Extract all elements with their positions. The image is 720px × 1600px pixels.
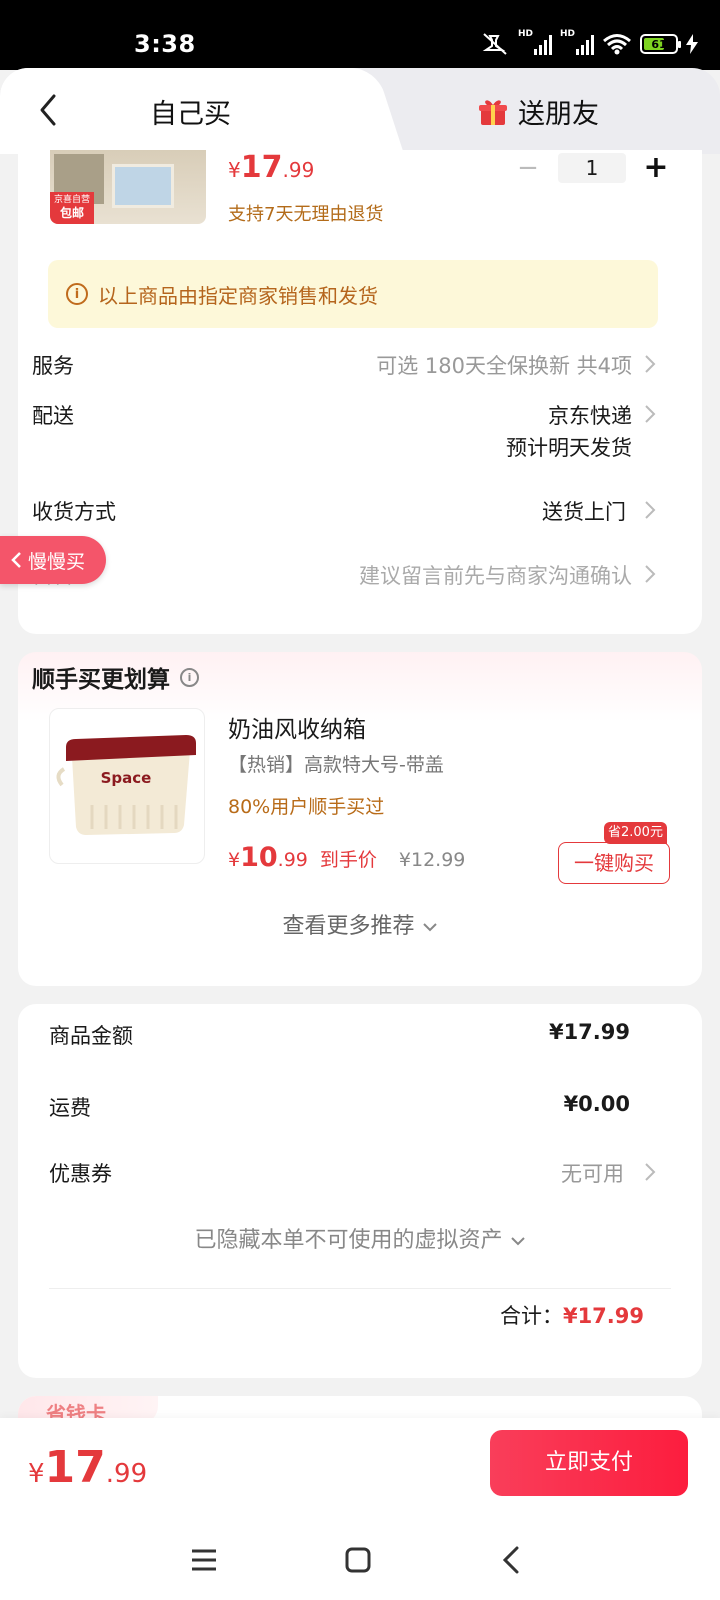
signal-2-icon: HD (560, 29, 594, 55)
recommended-product-price: ¥10.99 到手价 ¥12.99 (228, 842, 466, 873)
hidden-assets-toggle[interactable]: 已隐藏本单不可使用的虚拟资产 (0, 1222, 720, 1254)
message-chevron-icon[interactable] (644, 564, 656, 584)
free-shipping-badge: 京喜自营 包邮 (50, 192, 94, 224)
service-value[interactable]: 可选 180天全保换新 共4项 (376, 350, 632, 380)
delivery-label: 配送 (32, 404, 74, 428)
quantity-stepper: − 1 + (510, 150, 674, 185)
recommended-product-image[interactable]: Space (49, 708, 205, 864)
pay-now-button[interactable]: 立即支付 (490, 1430, 688, 1496)
slow-buy-button[interactable]: 慢慢买 (0, 536, 106, 584)
receive-method-label: 收货方式 (32, 500, 116, 524)
info-icon[interactable]: i (180, 667, 199, 687)
tab-self-buy-label[interactable]: 自己买 (150, 92, 231, 131)
checkout-price: ¥17.99 (28, 1442, 148, 1493)
delivery-value[interactable]: 京东快递 (548, 400, 632, 430)
receive-method-chevron-icon[interactable] (644, 500, 656, 520)
status-time: 3:38 (134, 30, 196, 58)
checkout-bar: ¥17.99 立即支付 (0, 1418, 720, 1524)
chevron-down-icon (422, 923, 437, 932)
svg-text:Space: Space (101, 769, 152, 787)
more-recommendations-link[interactable]: 查看更多推荐 (0, 908, 720, 940)
tab-gift-label: 送朋友 (518, 99, 599, 130)
goods-amount-value: ¥17.99 (548, 1020, 630, 1044)
delivery-eta: 预计明天发货 (506, 436, 632, 460)
one-click-buy-button[interactable]: 一键购买 (558, 842, 670, 884)
savings-badge: 省2.00元 (604, 822, 667, 844)
chevron-down-icon (510, 1237, 525, 1246)
tab-gift-friend[interactable]: 送朋友 (478, 92, 599, 131)
original-price: ¥12.99 (398, 849, 466, 871)
service-chevron-icon[interactable] (644, 354, 656, 374)
order-total: 合计：¥17.99 (500, 1300, 644, 1330)
total-value: ¥17.99 (562, 1304, 644, 1328)
charging-icon (686, 34, 698, 54)
receive-method-value[interactable]: 送货上门 (542, 496, 626, 526)
battery-icon: 61 (640, 34, 681, 54)
hidden-assets-label: 已隐藏本单不可使用的虚拟资产 (194, 1228, 503, 1253)
gift-icon (479, 99, 507, 125)
menu-icon[interactable] (184, 1540, 224, 1580)
system-nav-bar (0, 1524, 720, 1600)
quantity-input[interactable]: 1 (558, 152, 626, 183)
shipping-label: 运费 (49, 1096, 91, 1120)
product-price: ¥17.99 (228, 150, 315, 185)
recommendation-title: 顺手买更划算 i (32, 660, 199, 694)
slow-buy-label: 慢慢买 (28, 550, 86, 573)
shipping-value: ¥0.00 (563, 1092, 630, 1116)
recommended-product-subtitle: 【热销】高款特大号-带盖 (228, 754, 444, 776)
mute-vibrate-icon (482, 33, 507, 55)
info-icon: i (66, 283, 88, 305)
recommended-product-rate: 80%用户顺手买过 (228, 796, 385, 818)
seller-notice: i 以上商品由指定商家销售和发货 (48, 260, 658, 328)
status-bar: 3:38 HD HD 61 (0, 0, 720, 70)
recommendation-title-text: 顺手买更划算 (32, 667, 170, 693)
status-icons: HD HD 61 (482, 29, 698, 56)
back-nav-icon[interactable] (492, 1540, 532, 1580)
storage-box-image: Space (56, 735, 196, 835)
product-thumbnail[interactable]: 京喜自营 包邮 (50, 150, 206, 224)
back-icon[interactable] (30, 90, 70, 130)
goods-amount-label: 商品金额 (49, 1024, 133, 1048)
home-icon[interactable] (338, 1540, 378, 1580)
coupon-value[interactable]: 无可用 (561, 1158, 624, 1188)
decrease-button[interactable]: − (510, 153, 546, 183)
return-policy: 支持7天无理由退货 (228, 204, 384, 225)
total-label: 合计： (499, 1304, 563, 1328)
coupon-chevron-icon[interactable] (644, 1162, 656, 1182)
final-price-tag: 到手价 (319, 849, 377, 871)
recommended-product-name[interactable]: 奶油风收纳箱 (228, 710, 366, 744)
header-tabs: 自己买 送朋友 (0, 68, 720, 154)
service-label: 服务 (32, 354, 74, 378)
increase-button[interactable]: + (638, 150, 674, 185)
seller-notice-text: 以上商品由指定商家销售和发货 (98, 283, 378, 308)
wifi-icon (603, 34, 631, 55)
more-recommendations-label: 查看更多推荐 (282, 914, 415, 939)
message-input[interactable]: 建议留言前先与商家沟通确认 (359, 560, 632, 590)
chevron-left-icon (11, 552, 21, 568)
signal-1-icon: HD (518, 29, 552, 55)
divider (49, 1288, 671, 1289)
delivery-chevron-icon[interactable] (644, 404, 656, 424)
coupon-label: 优惠券 (49, 1162, 112, 1186)
